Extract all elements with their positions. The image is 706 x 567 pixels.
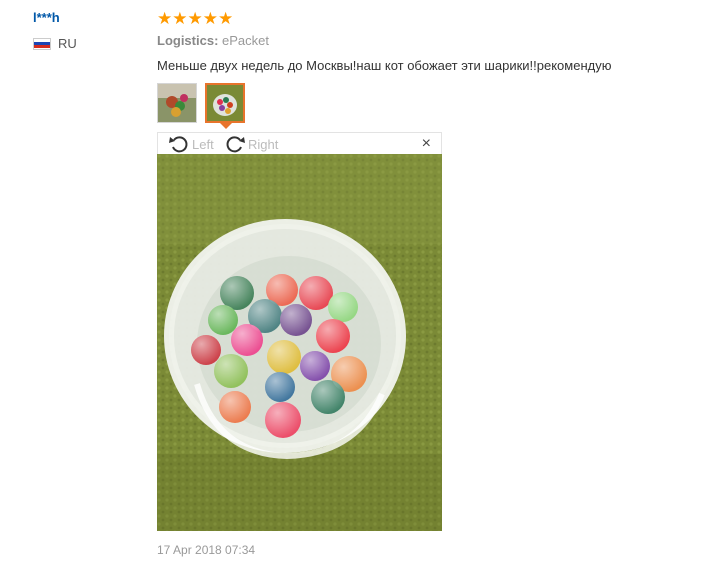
rotate-right-icon	[226, 136, 245, 153]
photo-bouncy-balls-in-bag	[157, 154, 442, 531]
rotate-left-icon	[169, 136, 188, 153]
photo-viewer-toolbar: Left Right ×	[157, 132, 442, 154]
review-text: Меньше двух недель до Москвы!наш кот обо…	[157, 58, 612, 73]
rotate-left-label: Left	[192, 136, 214, 152]
close-viewer-button[interactable]: ×	[422, 135, 431, 153]
rotate-right-label: Right	[248, 136, 279, 152]
review-date: 17 Apr 2018 07:34	[157, 543, 256, 557]
review-photo-thumbnail-1[interactable]	[157, 83, 197, 123]
country-code: RU	[58, 36, 77, 51]
review-photo-large	[157, 154, 442, 531]
reviewer-country: RU	[33, 36, 77, 51]
active-thumbnail-pointer	[220, 123, 232, 129]
thumbnail-2-image	[207, 85, 243, 121]
thumbnail-1-image	[158, 84, 196, 122]
logistics-value: ePacket	[222, 33, 270, 48]
review-photo-thumbnail-2[interactable]	[205, 83, 245, 123]
rotate-left-button[interactable]: Left	[168, 134, 214, 154]
star-rating: ★★★★★	[157, 9, 234, 28]
logistics-label: Logistics:	[157, 33, 219, 48]
logistics-info: Logistics: ePacket	[157, 33, 269, 48]
reviewer-name[interactable]: l***h	[33, 10, 60, 25]
russia-flag-icon	[33, 37, 51, 50]
rotate-right-button[interactable]: Right	[224, 134, 278, 154]
